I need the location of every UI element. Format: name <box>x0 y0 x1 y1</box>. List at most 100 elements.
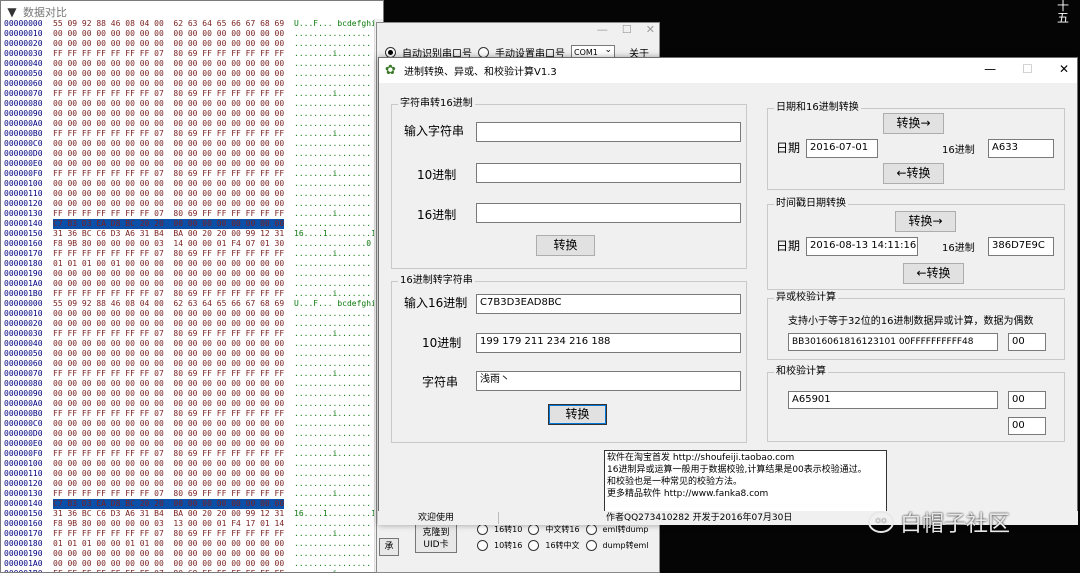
sum-result-1[interactable]: 00 <box>1008 391 1046 409</box>
timestamp-date-field[interactable]: 2016-08-13 14:11:16 <box>806 237 918 256</box>
string-field[interactable]: 浅雨丶 <box>476 371 741 391</box>
hex-address: 00000170 <box>4 529 43 538</box>
timestamp-back-button[interactable]: ←转换 <box>903 263 964 284</box>
window-controls: — ☐ ✕ <box>984 62 1069 76</box>
hex-ascii: ................ <box>294 359 372 368</box>
hex-ascii: ........i....... <box>294 249 372 258</box>
timestamp-forward-button[interactable]: 转换→ <box>895 211 956 232</box>
hex-bytes: FF FF FF FF FF FF FF 07 80 69 FF FF FF F… <box>53 489 285 498</box>
convert-button[interactable]: 转换 <box>536 235 595 256</box>
hex-row: 00000170 FF FF FF FF FF FF FF 07 80 69 FF… <box>1 249 375 259</box>
hex-ascii: ................ <box>294 179 372 188</box>
hex-bytes: 00 00 00 00 00 00 00 00 00 00 00 00 00 0… <box>53 59 285 68</box>
hex-bytes: 00 00 00 00 00 00 00 00 00 00 00 00 00 0… <box>53 79 285 88</box>
sum-input[interactable]: A65901 <box>788 391 998 409</box>
hex-bytes: 00 00 00 00 00 00 00 00 00 00 00 00 00 0… <box>53 269 285 278</box>
date-hex-field[interactable]: A633 <box>988 139 1054 158</box>
radio-eml-to-dump[interactable] <box>585 523 597 535</box>
hex-bytes: 01 01 01 00 01 00 00 00 00 00 00 00 00 0… <box>53 259 285 268</box>
hex-address: 00000190 <box>4 549 43 558</box>
date-back-button[interactable]: ←转换 <box>883 163 944 184</box>
hex-ascii: ................ <box>294 419 372 428</box>
dec-field[interactable]: 199 179 211 234 216 188 <box>476 333 741 353</box>
hex-ascii: ........i....... <box>294 289 372 298</box>
hex-row: 00000080 00 00 00 00 00 00 00 00 00 00 00… <box>1 99 375 109</box>
hex-ascii: U...F... bcdefghi <box>294 299 376 308</box>
hex-row: 00000160 F8 9B 80 00 00 00 00 03 13 00 00… <box>1 519 375 529</box>
hex-bytes: F8 9B 80 00 00 00 00 03 13 00 00 01 F4 1… <box>53 519 285 528</box>
date-field[interactable]: 2016-07-01 <box>806 139 878 158</box>
convert-button[interactable]: 转换 <box>548 404 607 425</box>
hex-ascii: ................ <box>294 59 372 68</box>
clone-uid-button[interactable]: 克隆到 UID卡 <box>415 523 457 553</box>
hex-row: 00000180 01 01 01 00 01 00 00 00 00 00 00… <box>1 259 375 269</box>
input-hex-label: 输入16进制 <box>404 296 468 310</box>
input-string-label: 输入字符串 <box>404 124 465 138</box>
hex-row: 00000100 00 00 00 00 00 00 00 00 00 00 00… <box>1 459 375 469</box>
maximize-icon[interactable]: ☐ <box>1022 62 1033 76</box>
hex-address: 00000050 <box>4 69 43 78</box>
partial-button[interactable]: 承 <box>379 538 399 556</box>
radio-10to16[interactable] <box>477 539 488 551</box>
group-title: 日期和16进制转换 <box>774 102 861 114</box>
hex-ascii: ........i....... <box>294 569 371 572</box>
hex-ascii: ................ <box>294 469 372 478</box>
input-hex-field[interactable]: C7B3D3EAD8BC <box>476 294 741 314</box>
minimize-icon[interactable]: — <box>597 23 608 36</box>
xor-input[interactable]: BB3016061816123101 00FFFFFFFFFF48 <box>788 333 998 351</box>
timestamp-hex-field[interactable]: 386D7E9C <box>988 237 1054 256</box>
input-string-field[interactable] <box>476 122 741 142</box>
hex-row: 00000160 F8 9B 80 00 00 00 00 03 14 00 00… <box>1 239 375 249</box>
radio-16to10[interactable] <box>477 523 488 535</box>
radio-16-to-cn[interactable] <box>528 539 540 551</box>
hex-bytes: 00 00 00 00 00 00 00 00 00 00 00 00 00 0… <box>53 469 285 478</box>
hex-address: 000000E0 <box>4 159 43 168</box>
hex-address: 00000140 <box>4 499 43 508</box>
dec-label: 10进制 <box>422 336 462 350</box>
radio-dump-to-eml[interactable] <box>585 539 597 551</box>
hex-row: 000000D0 00 00 00 00 00 00 00 00 00 00 00… <box>1 429 375 439</box>
date-forward-button[interactable]: 转换→ <box>883 113 944 134</box>
radio-cn-to-16[interactable] <box>528 523 540 535</box>
hex-bytes: FF FF FF FF FF FF FF 07 80 69 FF FF FF F… <box>53 249 285 258</box>
hex-address: 00000040 <box>4 339 43 348</box>
hex-compare-window: ▼ 数据对比 00000000 55 09 92 88 46 08 04 00 6… <box>0 0 384 573</box>
hex-address: 000001A0 <box>4 279 43 288</box>
hex-ascii: ........i....... <box>294 529 372 538</box>
hex-bytes: FF FF FF FF FF FF FF 07 80 69 FF FF FF F… <box>53 169 285 178</box>
hex-ascii: ................ <box>294 279 372 288</box>
hex-ascii: ................ <box>294 559 372 568</box>
xor-result[interactable]: 00 <box>1008 333 1046 351</box>
hex-bytes: 01 01 01 00 00 01 01 00 00 00 00 00 00 0… <box>53 539 285 548</box>
hex-bytes: 55 09 92 88 46 08 04 00 62 63 64 65 66 6… <box>53 299 285 308</box>
minimize-icon[interactable]: — <box>984 62 996 76</box>
sum-result-2[interactable]: 00 <box>1008 417 1046 435</box>
calc-titlebar[interactable]: ✿ 进制转换、异或、和校验计算V1.3 <box>379 58 1077 83</box>
hex-address: 00000130 <box>4 489 43 498</box>
hex-address: 00000000 <box>4 19 43 28</box>
hex-bytes: 00 00 00 00 00 00 00 00 00 00 00 00 00 0… <box>53 119 285 128</box>
close-icon[interactable]: ✕ <box>1059 62 1069 76</box>
hex-address: 00000070 <box>4 369 43 378</box>
hex-bytes: 00 00 00 00 00 00 00 00 00 00 00 00 00 0… <box>53 309 285 318</box>
hex-ascii: ................ <box>294 479 372 488</box>
hex-field[interactable] <box>476 203 741 223</box>
hex-ascii: ................ <box>294 99 372 108</box>
hex-address: 000000D0 <box>4 149 43 158</box>
hex-ascii: ................ <box>294 139 372 148</box>
hex-bytes: 31 36 BC C6 D3 A6 31 B4 BA 00 20 20 00 9… <box>53 229 285 238</box>
hex-bytes: 00 00 00 00 00 00 00 00 00 00 00 00 00 0… <box>53 359 285 368</box>
convert-options: 16转10 中文转16 eml转dump 10转16 16转中文 dump转em… <box>477 521 749 553</box>
hex-bytes: 31 36 BC C6 D3 A6 31 B4 BA 00 20 20 00 9… <box>53 509 285 518</box>
group-str-to-hex: 字符串转16进制 输入字符串 10进制 16进制 转换 <box>391 98 747 269</box>
hex-row: 000000D0 00 00 00 00 00 00 00 00 00 00 00… <box>1 149 375 159</box>
status-separator <box>498 512 499 524</box>
hex-bytes: 00 00 00 00 00 00 00 00 00 00 00 00 00 0… <box>53 389 285 398</box>
hex-bytes: 55 09 92 88 46 08 04 00 62 63 64 65 66 6… <box>53 19 285 28</box>
close-icon[interactable]: ✕ <box>646 23 655 36</box>
hex-bytes: 00 00 00 00 00 00 00 00 00 00 00 00 00 0… <box>53 349 285 358</box>
hex-ascii: ................ <box>294 429 372 438</box>
maximize-icon[interactable]: ☐ <box>622 23 632 36</box>
dec-field[interactable] <box>476 163 741 183</box>
hex-dump-view[interactable]: 00000000 55 09 92 88 46 08 04 00 62 63 64… <box>1 19 376 572</box>
